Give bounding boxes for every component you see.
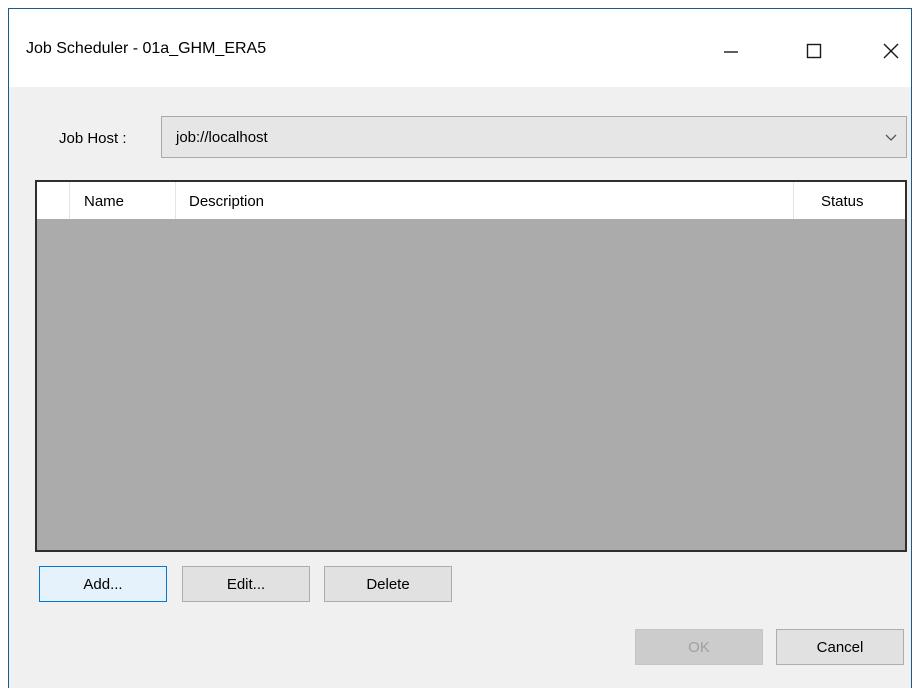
close-button[interactable] (871, 37, 911, 65)
minimize-icon (724, 51, 738, 53)
title-bar[interactable]: Job Scheduler - 01a_GHM_ERA5 (9, 9, 911, 87)
column-header-checkbox[interactable] (37, 182, 70, 219)
close-icon (883, 43, 899, 59)
ok-button[interactable]: OK (635, 629, 763, 665)
column-header-name[interactable]: Name (70, 182, 176, 219)
jobs-list[interactable]: Name Description Status (35, 180, 907, 552)
column-header-status-label: Status (821, 193, 864, 210)
job-host-value: job://localhost (176, 129, 268, 146)
cancel-button[interactable]: Cancel (776, 629, 904, 665)
jobs-list-header: Name Description Status (37, 182, 905, 219)
edit-button[interactable]: Edit... (182, 566, 310, 602)
chevron-down-icon (885, 134, 897, 141)
column-header-description-label: Description (189, 193, 265, 210)
window-title: Job Scheduler - 01a_GHM_ERA5 (26, 40, 267, 57)
minimize-button[interactable] (711, 37, 751, 65)
column-header-status[interactable]: Status (794, 182, 905, 219)
column-header-description[interactable]: Description (176, 182, 794, 219)
add-button[interactable]: Add... (39, 566, 167, 602)
job-host-dropdown[interactable]: job://localhost (161, 116, 907, 158)
maximize-icon (806, 43, 822, 59)
job-host-label: Job Host : (59, 130, 127, 147)
job-scheduler-window: Job Scheduler - 01a_GHM_ERA5 Job Host : … (8, 8, 912, 688)
delete-button[interactable]: Delete (324, 566, 452, 602)
maximize-button[interactable] (794, 37, 834, 65)
column-header-name-label: Name (84, 193, 125, 210)
